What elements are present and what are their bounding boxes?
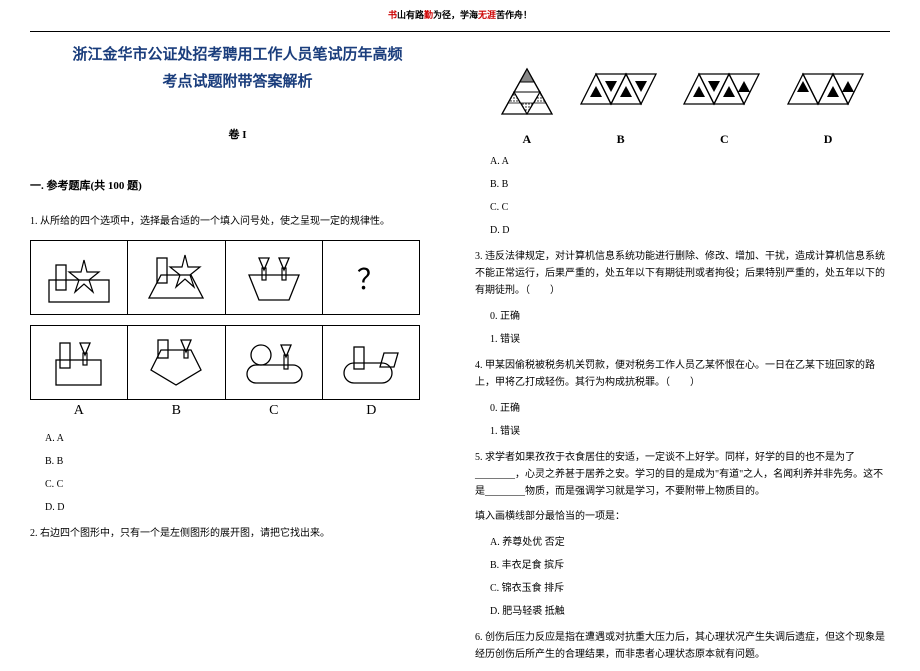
- label-a: A: [30, 403, 128, 419]
- q5-option-a: A. 养尊处优 否定: [490, 533, 890, 552]
- question-1: 1. 从所给的四个选项中，选择最合适的一个填入问号处，使之呈现一定的规律性。: [30, 213, 445, 230]
- question-6: 6. 创伤后压力反应是指在遭遇或对抗重大压力后，其心理状况产生失调后遗症，但这个…: [475, 629, 890, 663]
- q1-cell-4: ？: [323, 241, 419, 314]
- q1-figure-top: ？: [30, 240, 445, 315]
- section-header: 一. 参考题库(共 100 题): [30, 177, 445, 193]
- q1-opt-d: [323, 326, 419, 399]
- volume-label: 卷 I: [30, 126, 445, 142]
- content-columns: 浙江金华市公证处招考聘用工作人员笔试历年高频 考点试题附带答案解析 卷 I 一.…: [0, 34, 920, 671]
- label-b: B: [128, 403, 226, 419]
- q1-option-c: C. C: [45, 475, 445, 494]
- q4-option-0: 0. 正确: [490, 399, 890, 418]
- q1-cell-3: [226, 241, 323, 314]
- question-2: 2. 右边四个图形中，只有一个是左侧图形的展开图，请把它找出来。: [30, 525, 445, 542]
- label-d: D: [323, 403, 421, 419]
- q1-figure-bottom: A B C D: [30, 325, 445, 419]
- question-5: 5. 求学者如果孜孜于衣食居住的安适，一定谈不上好学。同样，好学的目的也不是为了…: [475, 449, 890, 500]
- q1-option-d: D. D: [45, 498, 445, 517]
- q2-fig-d: D: [783, 64, 873, 147]
- q2-fig-c: C: [679, 64, 769, 147]
- right-column: A B: [460, 34, 890, 671]
- q5-option-d: D. 肥马轻裘 抵触: [490, 602, 890, 621]
- q5-option-b: B. 丰衣足食 摈斥: [490, 556, 890, 575]
- q2-figures: A B: [475, 64, 890, 147]
- q1-option-b: B. B: [45, 452, 445, 471]
- q2-option-c: C. C: [490, 198, 890, 217]
- q1-opt-c: [226, 326, 323, 399]
- left-column: 浙江金华市公证处招考聘用工作人员笔试历年高频 考点试题附带答案解析 卷 I 一.…: [30, 34, 460, 671]
- document-title: 浙江金华市公证处招考聘用工作人员笔试历年高频 考点试题附带答案解析: [30, 42, 445, 96]
- question-4: 4. 甲某因偷税被税务机关罚款，便对税务工作人员乙某怀恨在心。一日在乙某下班回家…: [475, 357, 890, 391]
- label-c: C: [225, 403, 323, 419]
- q5-option-c: C. 锦衣玉食 排斥: [490, 579, 890, 598]
- q2-option-a: A. A: [490, 152, 890, 171]
- q2-fig-a: A: [492, 64, 562, 147]
- header-divider: [30, 31, 890, 32]
- q2-option-b: B. B: [490, 175, 890, 194]
- q3-option-0: 0. 正确: [490, 307, 890, 326]
- question-5-prompt: 填入画横线部分最恰当的一项是：: [475, 508, 890, 525]
- q1-opt-b: [128, 326, 225, 399]
- q2-option-d: D. D: [490, 221, 890, 240]
- page-header: 书山有路勤为径，学海无涯苦作舟！: [0, 0, 920, 29]
- question-3: 3. 违反法律规定，对计算机信息系统功能进行删除、修改、增加、干扰，造成计算机信…: [475, 248, 890, 299]
- q1-cell-1: [31, 241, 128, 314]
- q1-cell-2: [128, 241, 225, 314]
- q3-option-1: 1. 错误: [490, 330, 890, 349]
- q4-option-1: 1. 错误: [490, 422, 890, 441]
- q1-option-a: A. A: [45, 429, 445, 448]
- q2-fig-b: B: [576, 64, 666, 147]
- q1-opt-a: [31, 326, 128, 399]
